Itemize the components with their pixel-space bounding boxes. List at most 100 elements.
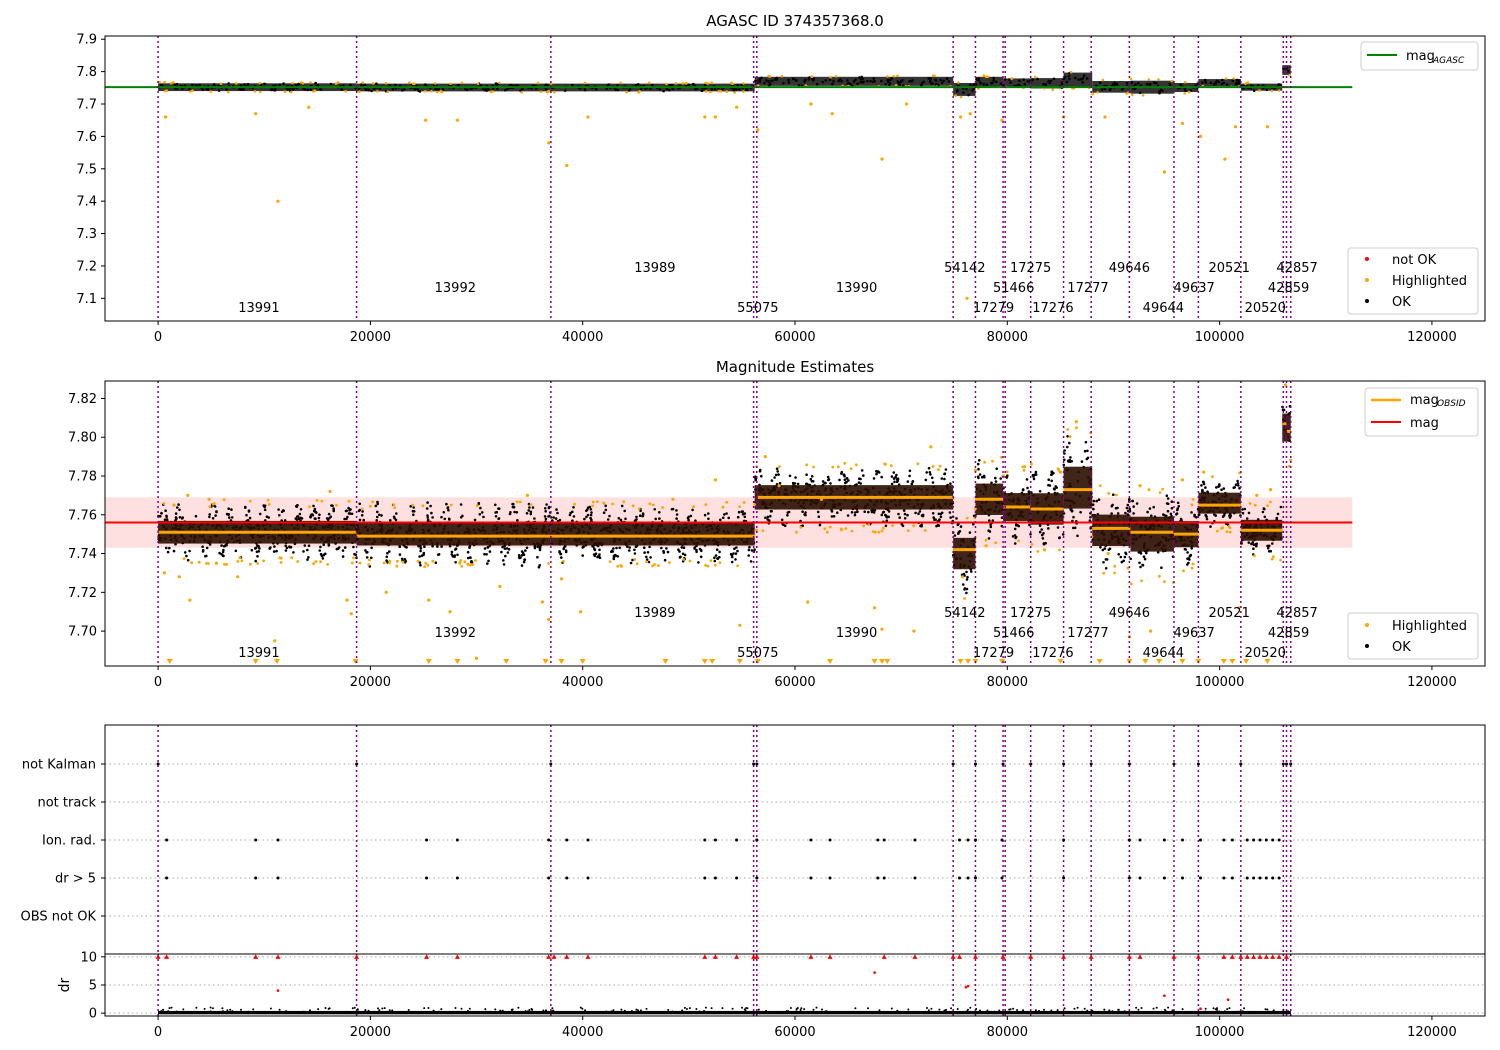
ok-point xyxy=(869,79,872,83)
ok-point xyxy=(423,545,426,548)
ok-point xyxy=(370,556,373,560)
highlighted-point xyxy=(923,529,927,532)
dr-point xyxy=(882,1012,885,1015)
highlighted-point xyxy=(873,606,877,610)
ok-point xyxy=(469,560,473,564)
ok-point xyxy=(616,88,620,92)
highlighted-point xyxy=(1147,488,1151,492)
highlighted-point xyxy=(547,141,551,145)
ok-point xyxy=(479,506,482,510)
dr-point xyxy=(1155,1006,1158,1009)
ok-point xyxy=(1050,479,1053,483)
highlighted-point xyxy=(619,564,623,567)
ok-point xyxy=(824,79,827,82)
highlighted-point xyxy=(1113,571,1116,575)
y-tick-label: 7.5 xyxy=(76,162,97,177)
highlighted-point xyxy=(938,464,942,468)
obsid-label: 49644 xyxy=(1143,301,1184,316)
ok-point xyxy=(660,546,663,550)
ok-point xyxy=(1123,555,1127,559)
highlighted-point xyxy=(384,81,388,85)
ok-point xyxy=(503,547,507,550)
highlighted-point xyxy=(1162,170,1166,174)
highlighted-point xyxy=(315,499,319,502)
ok-point xyxy=(214,514,217,517)
ok-point xyxy=(1124,511,1127,515)
agasc-plot-area xyxy=(105,36,1353,321)
ok-point xyxy=(623,509,626,513)
ok-point xyxy=(862,474,865,477)
ok-point xyxy=(893,480,896,484)
ok-point xyxy=(248,516,252,520)
ok-point xyxy=(1165,494,1169,498)
ok-point xyxy=(516,519,519,522)
ok-point xyxy=(703,513,707,517)
ok-point xyxy=(743,515,747,519)
ok-point xyxy=(175,82,179,86)
obsid-label: 51466 xyxy=(993,626,1034,641)
ok-point xyxy=(804,513,807,517)
ok-point xyxy=(1201,81,1204,84)
dr-point xyxy=(240,1008,242,1011)
dr-point xyxy=(302,1010,305,1013)
flag-point xyxy=(1162,876,1166,880)
ok-point xyxy=(816,510,820,514)
highlighted-point xyxy=(633,558,637,561)
flag-point xyxy=(913,838,917,842)
highlighted-point xyxy=(392,503,396,506)
dr-point xyxy=(283,1010,286,1013)
highlighted-point xyxy=(367,563,371,566)
ok-point xyxy=(1099,545,1102,549)
ok-point xyxy=(507,548,511,551)
ok-point xyxy=(343,546,347,549)
ok-point xyxy=(786,514,789,517)
flag-point xyxy=(455,838,459,842)
highlighted-point xyxy=(376,90,379,93)
highlighted-point xyxy=(725,90,728,93)
dr-point xyxy=(580,1010,583,1013)
ok-core xyxy=(356,522,551,546)
highlighted-point xyxy=(763,455,767,459)
highlighted-point xyxy=(1042,548,1047,552)
x-tick-label: 100000 xyxy=(1195,330,1245,345)
y-tick-label: 7.6 xyxy=(76,130,97,145)
ok-point xyxy=(405,546,408,549)
ok-point xyxy=(302,550,305,553)
ok-point xyxy=(1061,533,1065,536)
ok-point xyxy=(988,519,991,522)
ok-point xyxy=(959,525,963,528)
dr-point xyxy=(552,1009,555,1012)
dr-point xyxy=(518,1011,521,1014)
obsid-label: 17279 xyxy=(973,646,1014,661)
ok-point xyxy=(426,516,430,519)
dr-point xyxy=(945,1011,948,1014)
ok-point xyxy=(598,548,601,552)
ok-point xyxy=(777,473,780,476)
ok-point xyxy=(943,472,946,476)
dr-point xyxy=(630,1010,633,1012)
ok-point xyxy=(1111,503,1114,507)
ok-point xyxy=(454,561,457,564)
flag-category-label: Ion. rad. xyxy=(42,834,96,849)
highlighted-point xyxy=(1279,558,1282,562)
dr-point xyxy=(278,1008,281,1011)
ok-point xyxy=(312,504,315,508)
ok-point xyxy=(318,549,322,552)
ok-point xyxy=(989,525,993,529)
highlighted-point xyxy=(388,561,391,565)
dr-point xyxy=(867,1007,869,1010)
highlighted-point xyxy=(182,557,186,560)
flag-point xyxy=(828,838,832,842)
ok-point xyxy=(977,476,980,480)
ok-point xyxy=(748,545,751,549)
ok-point xyxy=(538,547,542,550)
dr-point xyxy=(1249,1012,1252,1015)
highlighted-point xyxy=(904,102,909,106)
dr-point xyxy=(667,1009,670,1011)
highlighted-point xyxy=(1233,125,1238,129)
ok-point xyxy=(624,517,627,521)
ok-point xyxy=(925,471,928,474)
ok-point xyxy=(1038,524,1042,527)
dr-point xyxy=(1264,1008,1267,1011)
flag-point xyxy=(755,876,759,880)
